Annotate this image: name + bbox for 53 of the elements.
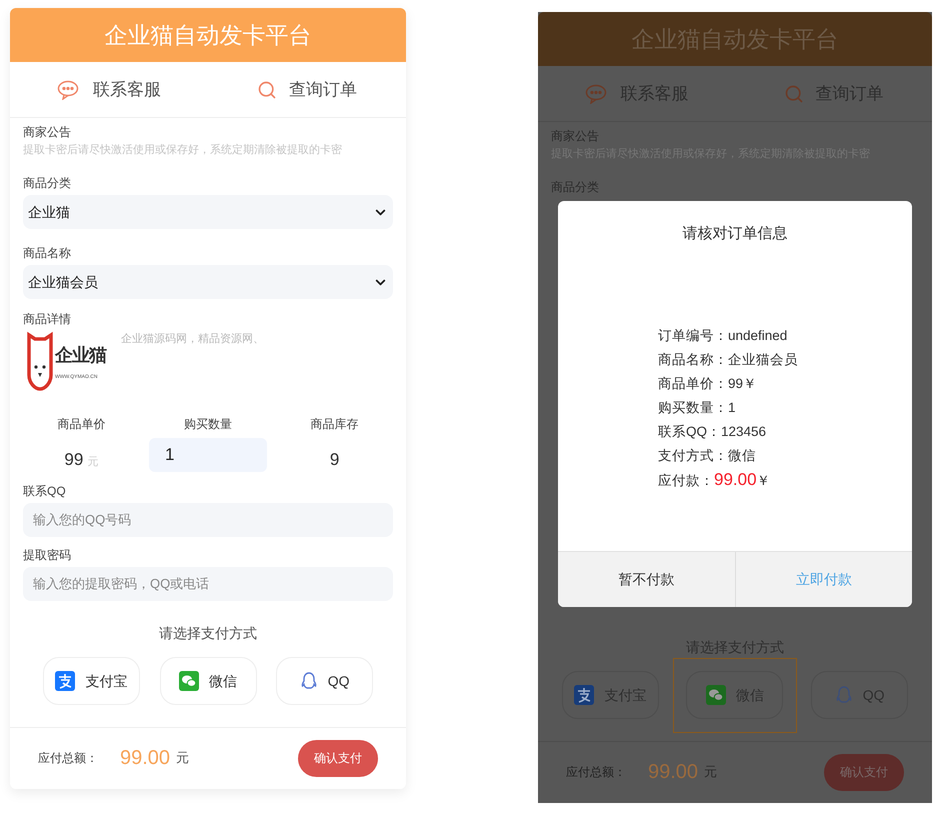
payment-option[interactable]: QQ: [276, 657, 374, 705]
field-label: 联系QQ: [23, 482, 67, 498]
total-label: 应付总额：: [38, 750, 98, 767]
dialog-title: 请核对订单信息: [682, 224, 788, 244]
category-select[interactable]: 企业猫: [23, 195, 393, 229]
logo-text: 企业猫: [55, 344, 106, 367]
product-select[interactable]: 企业猫会员: [23, 265, 393, 299]
total-amount: 99.00: [120, 746, 170, 771]
payment-option[interactable]: 支付宝: [42, 657, 140, 705]
nav-link[interactable]: 联系客服: [10, 76, 208, 102]
stat-label: 购买数量: [184, 416, 232, 433]
stat-label: 商品库存: [310, 416, 359, 433]
quantity-field[interactable]: 1: [149, 438, 267, 472]
order-detail-line: 商品名称：企业猫会员: [658, 350, 799, 368]
app-title: 企业猫自动发卡平台: [104, 20, 312, 50]
penguin-outline-icon: [300, 671, 318, 691]
field-label: 商品分类: [23, 175, 72, 191]
chat-app-icon: [706, 685, 726, 705]
confirm-payment-button[interactable]: 确认支付: [298, 740, 378, 776]
text-field[interactable]: 输入您的提取密码，QQ或电话: [23, 566, 393, 600]
shield-icon: [27, 331, 53, 391]
currency-sign: ￥: [756, 472, 771, 490]
nav-link[interactable]: 查询订单: [208, 76, 406, 102]
search-icon: [257, 80, 277, 100]
chat-bubbles-icon: [57, 80, 81, 100]
field-label: 商品名称: [23, 245, 72, 261]
currency-unit: 元: [176, 749, 190, 768]
order-detail-line: 联系QQ：123456: [658, 422, 768, 440]
search-icon: [784, 84, 804, 104]
stat-value: 99: [64, 449, 84, 471]
penguin-outline-icon: [834, 685, 853, 705]
chat-app-icon: [179, 671, 199, 691]
chat-bubbles-icon: [584, 84, 608, 104]
payment-app-icon: [55, 671, 76, 691]
order-detail-line: 订单编号：undefined: [658, 326, 788, 344]
field-label: 商家公告: [23, 124, 72, 140]
payment-app-icon: [574, 685, 594, 705]
total-amount: 99.00: [648, 760, 698, 785]
amount-label: 应付款：: [658, 472, 714, 490]
detail-text: 企业猫源码网，精品资源网、: [121, 332, 264, 347]
text-field[interactable]: 输入您的QQ号码: [23, 502, 393, 536]
field-label: 提取密码: [23, 546, 72, 562]
cancel-button[interactable]: 暂不付款: [558, 552, 734, 606]
notice-text: 提取卡密后请尽快激活使用或保存好，系统定期清除被提取的卡密: [23, 143, 343, 157]
payment-prompt: 请选择支付方式: [158, 624, 258, 642]
payment-option[interactable]: 微信: [160, 657, 256, 705]
order-detail-line: 购买数量：1: [658, 398, 737, 416]
order-detail-line: 商品单价：99￥: [658, 374, 758, 392]
field-label: 商品详情: [23, 311, 72, 327]
amount-value: 99.00: [714, 468, 757, 490]
stat-value: 9: [330, 449, 340, 471]
order-detail-line: 支付方式：微信: [658, 446, 757, 464]
stat-label: 商品单价: [57, 416, 106, 433]
